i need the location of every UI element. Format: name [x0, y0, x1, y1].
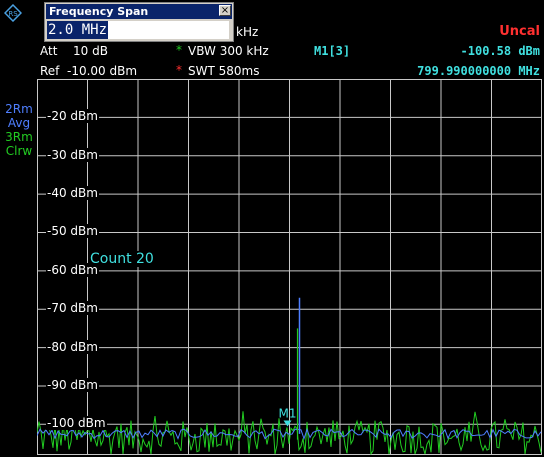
ref-value: -10.00 dBm	[67, 64, 138, 78]
frequency-span-dialog[interactable]: Frequency Span × 2.0 MHz	[44, 2, 234, 42]
marker-frequency: 799.990000000 MHz	[417, 64, 540, 78]
marker-m1-triangle[interactable]	[283, 420, 292, 427]
spectrum-plot[interactable]: M1	[37, 79, 542, 455]
y-tick-label: -50 dBm	[46, 224, 99, 239]
rbw-unit: kHz	[236, 25, 259, 39]
marker-m1-label: M1	[279, 407, 297, 421]
trace2-indicator[interactable]: 2Rm Avg	[4, 102, 34, 130]
y-tick-label: -40 dBm	[46, 186, 99, 201]
trace3-detector: Clrw	[5, 144, 33, 158]
marker-level: -100.58 dBm	[460, 44, 540, 58]
y-tick-label: -30 dBm	[46, 147, 99, 162]
att-label: Att	[40, 44, 58, 58]
y-tick-label: -70 dBm	[46, 301, 99, 316]
frequency-span-value: 2.0 MHz	[47, 21, 109, 39]
ref-label: Ref	[40, 64, 60, 78]
trace2-detector: Avg	[7, 116, 31, 130]
sweep-count-label: Count 20	[90, 251, 154, 267]
spectrum-plot-canvas: M1	[37, 79, 542, 455]
uncal-indicator: Uncal	[499, 24, 540, 39]
vbw-value: VBW 300 kHz	[188, 44, 269, 58]
y-tick-label: -80 dBm	[46, 339, 99, 354]
att-value: 10 dB	[73, 44, 108, 58]
y-tick-label: -90 dBm	[46, 377, 99, 392]
trace2-mode: 2Rm	[5, 102, 33, 116]
close-icon[interactable]: ×	[219, 5, 231, 16]
y-tick-label: -100 dBm	[46, 416, 107, 431]
trace3-mode: 3Rm	[5, 130, 33, 144]
swt-uncoupled-indicator: *	[176, 63, 182, 77]
vbw-coupled-indicator: *	[176, 43, 182, 57]
swt-value: SWT 580ms	[188, 64, 260, 78]
y-tick-label: -20 dBm	[46, 109, 99, 124]
trace3-indicator[interactable]: 3Rm Clrw	[4, 130, 34, 158]
svg-text:RS: RS	[8, 10, 18, 18]
frequency-span-input[interactable]: 2.0 MHz	[47, 21, 229, 39]
rohde-schwarz-logo-icon: RS	[4, 4, 22, 22]
marker-name: M1[3]	[314, 44, 351, 58]
dialog-title: Frequency Span	[46, 4, 232, 19]
